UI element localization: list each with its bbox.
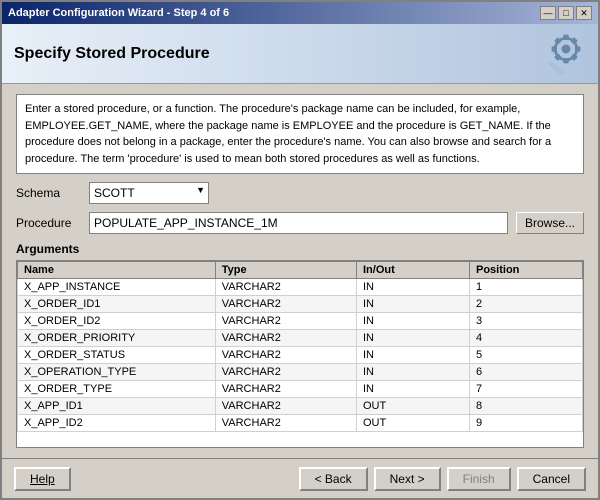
cell-name: X_APP_ID2 <box>18 415 216 432</box>
table-row: X_ORDER_STATUSVARCHAR2IN5 <box>18 347 583 364</box>
table-row: X_APP_ID1VARCHAR2OUT8 <box>18 398 583 415</box>
finish-button[interactable]: Finish <box>447 467 511 491</box>
table-row: X_ORDER_ID2VARCHAR2IN3 <box>18 313 583 330</box>
footer: Help < Back Next > Finish Cancel <box>2 458 598 498</box>
back-button[interactable]: < Back <box>299 467 368 491</box>
procedure-input[interactable] <box>89 212 508 234</box>
col-header-type: Type <box>215 262 356 279</box>
title-bar-controls: — □ ✕ <box>540 6 592 20</box>
cell-type: VARCHAR2 <box>215 330 356 347</box>
table-row: X_ORDER_ID1VARCHAR2IN2 <box>18 296 583 313</box>
description-box: Enter a stored procedure, or a function.… <box>16 94 584 174</box>
minimize-button[interactable]: — <box>540 6 556 20</box>
cell-inout: IN <box>357 279 470 296</box>
content-area: Enter a stored procedure, or a function.… <box>2 84 598 458</box>
browse-button[interactable]: Browse... <box>516 212 584 234</box>
cell-type: VARCHAR2 <box>215 415 356 432</box>
cell-name: X_APP_ID1 <box>18 398 216 415</box>
col-header-inout: In/Out <box>357 262 470 279</box>
help-button[interactable]: Help <box>14 467 71 491</box>
cell-name: X_ORDER_ID2 <box>18 313 216 330</box>
cancel-button[interactable]: Cancel <box>517 467 586 491</box>
cell-inout: IN <box>357 364 470 381</box>
footer-right: < Back Next > Finish Cancel <box>299 467 586 491</box>
table-row: X_ORDER_TYPEVARCHAR2IN7 <box>18 381 583 398</box>
cell-name: X_ORDER_ID1 <box>18 296 216 313</box>
cell-type: VARCHAR2 <box>215 313 356 330</box>
main-window: Adapter Configuration Wizard - Step 4 of… <box>0 0 600 500</box>
cell-inout: IN <box>357 347 470 364</box>
schema-select-wrapper: SCOTT <box>89 182 209 204</box>
table-row: X_OPERATION_TYPEVARCHAR2IN6 <box>18 364 583 381</box>
next-button[interactable]: Next > <box>374 467 441 491</box>
cell-type: VARCHAR2 <box>215 398 356 415</box>
arguments-table-container: Name Type In/Out Position X_APP_INSTANCE… <box>16 260 584 448</box>
cell-position: 2 <box>470 296 583 313</box>
col-header-position: Position <box>470 262 583 279</box>
cell-position: 4 <box>470 330 583 347</box>
cell-inout: OUT <box>357 398 470 415</box>
table-row: X_APP_ID2VARCHAR2OUT9 <box>18 415 583 432</box>
table-row: X_APP_INSTANCEVARCHAR2IN1 <box>18 279 583 296</box>
cell-type: VARCHAR2 <box>215 296 356 313</box>
schema-select[interactable]: SCOTT <box>89 182 209 204</box>
table-header-row: Name Type In/Out Position <box>18 262 583 279</box>
description-text: Enter a stored procedure, or a function.… <box>25 103 551 165</box>
cell-position: 3 <box>470 313 583 330</box>
cell-name: X_ORDER_STATUS <box>18 347 216 364</box>
title-bar: Adapter Configuration Wizard - Step 4 of… <box>2 2 598 24</box>
arguments-section: Arguments Name Type In/Out Position X_AP… <box>16 242 584 448</box>
schema-row: Schema SCOTT <box>16 182 584 204</box>
cell-position: 6 <box>470 364 583 381</box>
arguments-tbody: X_APP_INSTANCEVARCHAR2IN1X_ORDER_ID1VARC… <box>18 279 583 432</box>
cell-inout: IN <box>357 330 470 347</box>
arguments-table: Name Type In/Out Position X_APP_INSTANCE… <box>17 261 583 432</box>
cell-type: VARCHAR2 <box>215 347 356 364</box>
page-title: Specify Stored Procedure <box>14 45 210 63</box>
cell-inout: OUT <box>357 415 470 432</box>
cell-name: X_ORDER_PRIORITY <box>18 330 216 347</box>
footer-left: Help <box>14 467 71 491</box>
procedure-label: Procedure <box>16 216 81 230</box>
cell-position: 1 <box>470 279 583 296</box>
schema-label: Schema <box>16 186 81 200</box>
cell-inout: IN <box>357 313 470 330</box>
table-row: X_ORDER_PRIORITYVARCHAR2IN4 <box>18 330 583 347</box>
cell-inout: IN <box>357 296 470 313</box>
cell-name: X_OPERATION_TYPE <box>18 364 216 381</box>
close-button[interactable]: ✕ <box>576 6 592 20</box>
col-header-name: Name <box>18 262 216 279</box>
window-title: Adapter Configuration Wizard - Step 4 of… <box>8 7 229 19</box>
cell-position: 7 <box>470 381 583 398</box>
header-area: Specify Stored Procedure <box>2 24 598 84</box>
cell-type: VARCHAR2 <box>215 364 356 381</box>
cell-position: 8 <box>470 398 583 415</box>
cell-position: 9 <box>470 415 583 432</box>
arguments-label: Arguments <box>16 242 584 256</box>
gear-icon <box>536 29 586 79</box>
cell-type: VARCHAR2 <box>215 381 356 398</box>
maximize-button[interactable]: □ <box>558 6 574 20</box>
procedure-row: Procedure Browse... <box>16 212 584 234</box>
cell-position: 5 <box>470 347 583 364</box>
cell-inout: IN <box>357 381 470 398</box>
cell-name: X_APP_INSTANCE <box>18 279 216 296</box>
cell-name: X_ORDER_TYPE <box>18 381 216 398</box>
cell-type: VARCHAR2 <box>215 279 356 296</box>
